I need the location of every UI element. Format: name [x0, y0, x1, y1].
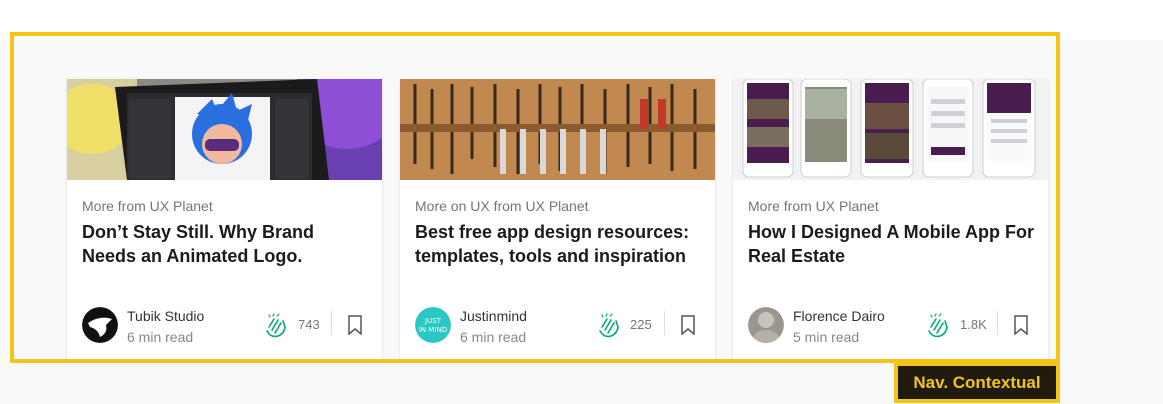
highlight-outline — [10, 32, 1060, 363]
annotation-label: Nav. Contextual — [894, 362, 1060, 403]
page: More from UX Planet Don’t Stay Still. Wh… — [0, 0, 1163, 404]
